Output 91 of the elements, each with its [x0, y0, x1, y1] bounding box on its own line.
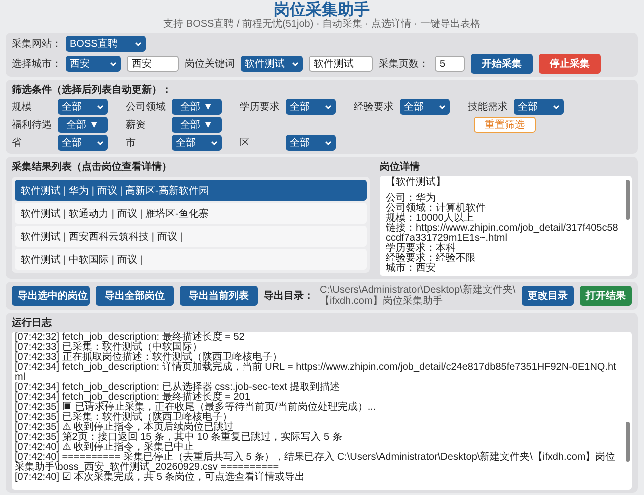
dropdown-select[interactable]: 全部: [58, 135, 108, 151]
detail-line: 规模：10000人以上: [386, 214, 474, 224]
section-title: 运行日志: [12, 316, 54, 330]
scrollbar-thumb[interactable]: [626, 422, 630, 462]
result-item[interactable]: 软件测试 | 软通动力 | 面议 | 雁塔区-鱼化寨: [15, 203, 367, 224]
app-title: 岗位采集助手: [274, 2, 370, 19]
keyword-input[interactable]: 软件测试: [309, 56, 373, 72]
filter-label: 学历要求: [240, 100, 280, 114]
log-line: [07:42:40] ☑ 本次采集完成，共 5 条岗位，可点选查看详情或导出: [15, 473, 306, 483]
dropdown-value: 全部: [290, 136, 310, 150]
chevron-down-icon: [325, 104, 332, 110]
log-line: [07:42:34] fetch_job_description: 最终描述长度 = 201: [15, 393, 250, 403]
dropdown-value: 软件测试: [245, 58, 285, 71]
dropdown-select[interactable]: 全部: [514, 99, 564, 115]
chevron-down-icon: [97, 140, 104, 146]
dropdown-select[interactable]: BOSS直聘: [66, 36, 146, 52]
dropdown-select[interactable]: 西安: [66, 56, 121, 72]
scrollbar-thumb[interactable]: [626, 180, 630, 220]
city-input[interactable]: 西安: [127, 56, 179, 72]
result-item[interactable]: 软件测试 | 西安西科云筑科技 | 面议 |: [15, 226, 367, 247]
log-line: [07:42:35] 已采集：软件测试（陕西卫峰核电子）: [15, 413, 232, 423]
filter-label: 薪资: [126, 118, 147, 132]
field-label: 采集页数：: [379, 58, 429, 71]
export-button[interactable]: 导出全部岗位: [96, 286, 174, 306]
dropdown-value: 全部: [176, 136, 196, 150]
chevron-down-icon: [110, 62, 117, 66]
directory-path: C:\Users\Administrator\Desktop\新建文件夹\【ifxdh.com】岗位采集助手: [320, 285, 516, 307]
action-button[interactable]: 停止采集: [539, 54, 601, 74]
export-button[interactable]: 导出选中的岗位: [12, 286, 90, 306]
field-label: 选择城市：: [12, 58, 60, 71]
change-directory-button[interactable]: 更改目录: [522, 286, 574, 306]
filter-label: 公司领域: [126, 100, 166, 114]
chevron-down-icon: [97, 104, 104, 110]
dropdown-select[interactable]: 软件测试: [241, 56, 303, 72]
pages-input[interactable]: 5: [435, 56, 465, 72]
log-line: [07:42:35] ▣ 已请求停止采集，正在收尾（最多等待当前页/当前岗位处理完成）...: [15, 403, 378, 413]
dropdown-select[interactable]: 全部: [286, 99, 336, 115]
filter-label: 规模: [12, 100, 33, 114]
dropdown-menu-button[interactable]: 全部 ▼: [172, 99, 222, 115]
export-button[interactable]: 导出当前列表: [180, 286, 258, 306]
dropdown-value: 全部: [62, 136, 82, 150]
chevron-down-icon: [211, 140, 218, 146]
dropdown-menu-button[interactable]: 全部 ▼: [58, 117, 108, 133]
log-line: [07:42:32] fetch_job_description: 最终描述长度 = 52: [15, 333, 246, 343]
log-line: [07:42:33] 已采集：软件测试（中软国际）: [15, 343, 203, 353]
section-title: 筛选条件（选择后列表自动更新）：: [12, 83, 173, 97]
filter-label: 省: [12, 136, 23, 150]
chevron-down-icon: [553, 104, 560, 110]
section-title: 岗位详情: [380, 160, 421, 174]
result-item[interactable]: 软件测试 | 华为 | 面议 | 高新区-高新软件园: [15, 180, 367, 201]
dropdown-select[interactable]: 全部: [400, 99, 450, 115]
detail-line: 学历要求：本科: [386, 244, 456, 254]
chevron-down-icon: [135, 42, 142, 46]
filter-label: 区: [240, 137, 251, 150]
chevron-down-icon: [439, 104, 446, 110]
detail-line: 链接：https://www.zhipin.com/job_detail/317f405c58ccdf7a331729m1E1s~.html: [386, 224, 620, 244]
filter-label: 福利待遇: [12, 118, 52, 132]
dropdown-value: 全部: [404, 100, 424, 114]
app-subtitle: 支持 BOSS直聘 / 前程无忧(51job) · 自动采集 · 点选详情 · 一键导出表格: [164, 19, 480, 30]
action-button[interactable]: 开始采集: [471, 54, 533, 74]
log-line: [07:42:35] 第2页：接口返回 15 条，其中 10 条重复已跳过，实际写入 5 条: [15, 433, 344, 443]
log-line: [07:42:33] 正在抓取岗位描述：软件测试（陕西卫峰核电子）: [15, 353, 284, 363]
field-label: 采集网站：: [12, 38, 60, 51]
detail-line: 经验要求：经验不限: [386, 254, 477, 264]
dropdown-select[interactable]: 全部: [58, 99, 108, 115]
log-line: [07:42:40] ⚠ 收到停止指令，采集已中止: [15, 443, 194, 453]
log-line: [07:42:35] ⚠ 收到停止指令，本页后续岗位已跳过: [15, 423, 234, 433]
open-results-button[interactable]: 打开结果: [580, 286, 632, 306]
dropdown-value: 全部: [62, 100, 82, 114]
filter-label: 技能需求: [468, 100, 508, 114]
dropdown-value: 全部: [290, 100, 310, 114]
detail-line: 公司领域：计算机软件: [386, 204, 487, 214]
detail-line: 城市：西安: [386, 264, 437, 274]
filter-label: 市: [126, 136, 137, 150]
section-title: 采集结果列表（点击岗位查看详情）: [12, 160, 173, 174]
result-item[interactable]: 软件测试 | 中软国际 | 面议 |: [15, 249, 367, 270]
detail-line: 公司：华为: [386, 194, 436, 204]
dropdown-value: 全部: [518, 100, 538, 114]
chevron-down-icon: [325, 140, 332, 146]
dropdown-value: 西安: [70, 58, 90, 71]
dropdown-value: BOSS直聘: [70, 38, 118, 51]
log-line: [07:42:34] fetch_job_description: 已从选择器 css:.job-sec-text 提取到描述: [15, 383, 342, 393]
log-line: [07:42:40] ========== 采集已停止（去重后共写入 5 条），结果已存入 C:\Users\Administrator\Desktop\新建文件夹\【ifxdh.com】岗位采集助手\boss_西安_软件测试_20260929.csv ==========: [15, 453, 617, 473]
dropdown-select[interactable]: 全部: [172, 135, 222, 151]
dropdown-menu-button[interactable]: 全部 ▼: [172, 117, 222, 133]
filter-label: 经验要求: [354, 100, 394, 114]
field-label: 导出目录：: [264, 290, 314, 303]
detail-line: 【软件测试】: [386, 178, 447, 188]
chevron-down-icon: [292, 62, 299, 66]
field-label: 岗位关键词: [185, 58, 235, 71]
dropdown-select[interactable]: 全部: [286, 135, 336, 151]
